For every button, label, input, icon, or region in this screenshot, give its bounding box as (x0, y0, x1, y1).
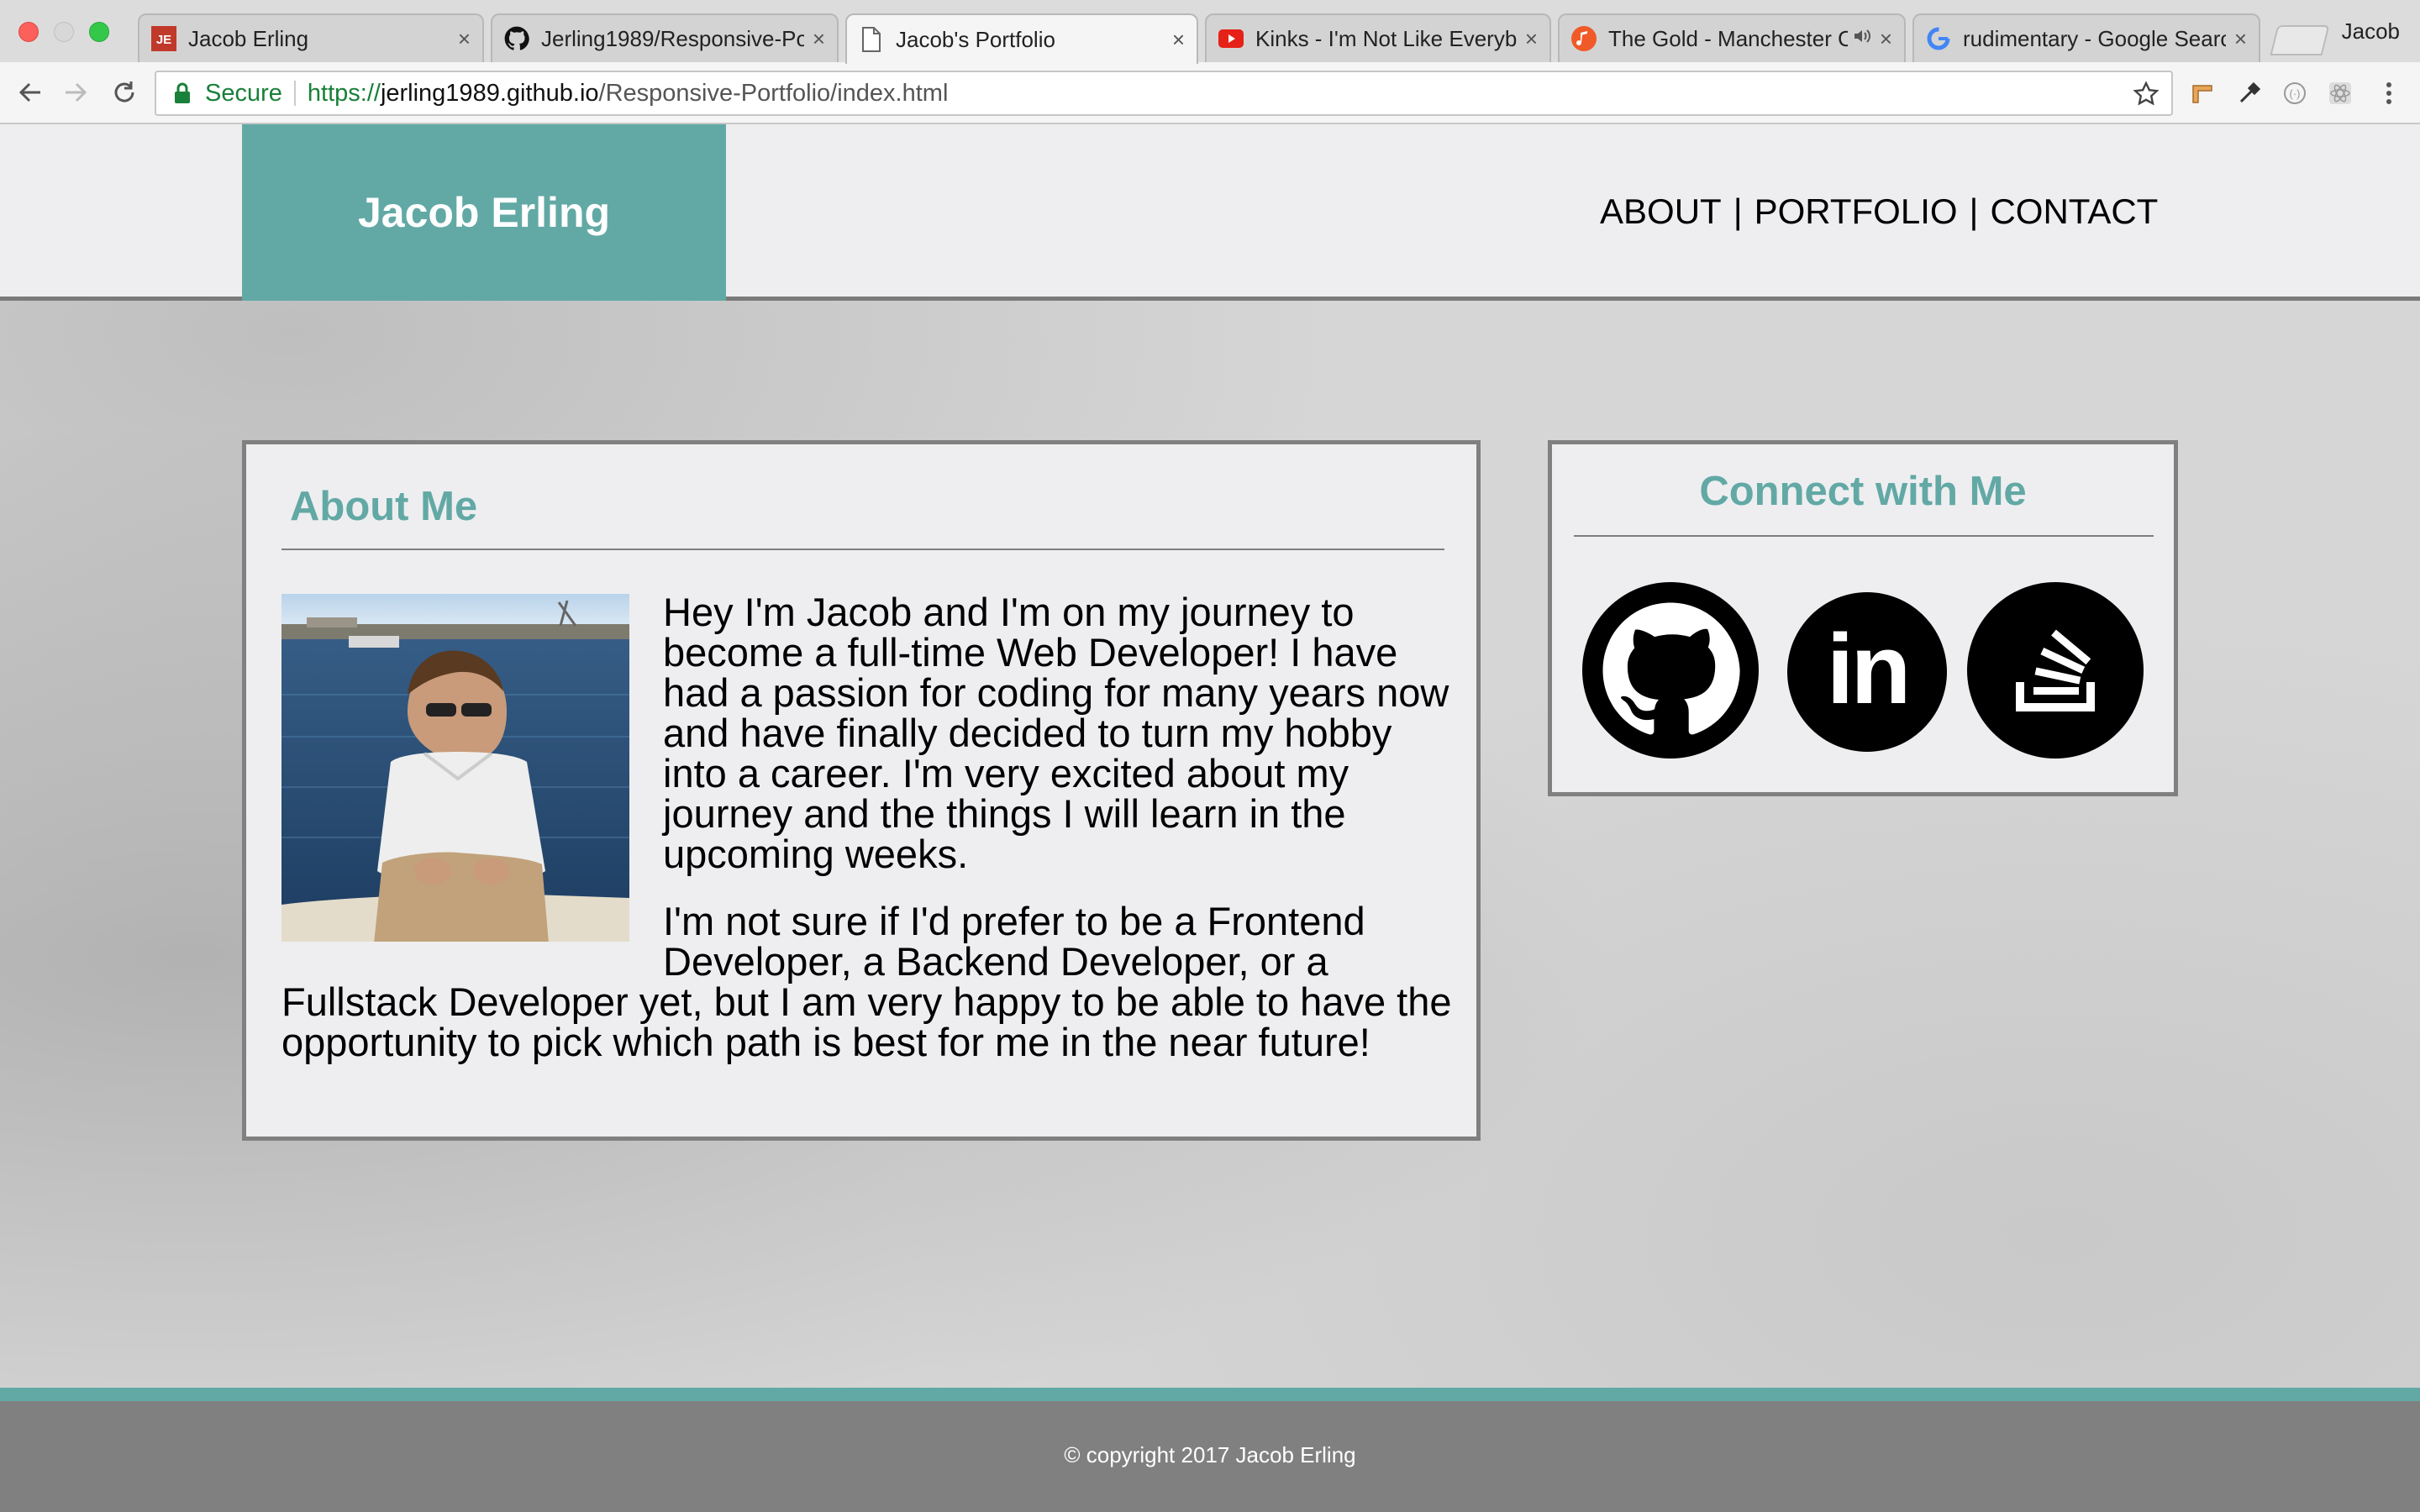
minimize-window-button[interactable] (54, 22, 74, 42)
github-link[interactable] (1582, 582, 1759, 759)
audio-playing-icon[interactable] (1853, 28, 1871, 50)
address-separator (293, 81, 296, 106)
browser-tab-google[interactable]: rudimentary - Google Searc × (1912, 13, 2260, 62)
web-page: Jacob Erling ABOUT | PORTFOLIO | CONTACT… (0, 124, 2420, 1512)
main-nav: ABOUT | PORTFOLIO | CONTACT (1600, 192, 2158, 232)
lock-icon[interactable] (171, 81, 193, 106)
about-divider (281, 549, 1444, 550)
back-button[interactable] (13, 76, 47, 109)
nav-contact-link[interactable]: CONTACT (1990, 192, 2158, 232)
extension-react-icon[interactable] (2326, 79, 2354, 108)
extension-code-icon[interactable]: (·) (2281, 79, 2309, 108)
svg-text:JE: JE (156, 33, 171, 47)
site-footer: © copyright 2017 Jacob Erling (0, 1388, 2420, 1512)
brand-name[interactable]: Jacob Erling (358, 188, 610, 237)
close-tab-icon[interactable]: × (1172, 27, 1185, 53)
site-brand[interactable]: Jacob Erling (242, 124, 726, 301)
svg-text:(·): (·) (2290, 87, 2301, 100)
arrow-left-icon (18, 82, 40, 102)
github-icon (504, 26, 529, 51)
connect-heading: Connect with Me (1699, 469, 2027, 514)
tab-title: Kinks - I'm Not Like Everybo (1255, 25, 1517, 51)
forward-button[interactable] (59, 76, 92, 109)
browser-toolbar: Secure https://jerling1989.github.io/Res… (0, 62, 2420, 124)
arrow-right-icon (66, 82, 87, 102)
profile-name[interactable]: Jacob (2342, 18, 2400, 45)
browser-menu-icon[interactable] (2375, 79, 2403, 108)
browser-tab-github[interactable]: Jerling1989/Responsive-Po × (491, 13, 839, 62)
close-tab-icon[interactable]: × (813, 26, 825, 52)
profile-photo (281, 594, 629, 942)
url-path: /Responsive-Portfolio/index.html (598, 79, 949, 107)
site-header: Jacob Erling ABOUT | PORTFOLIO | CONTACT (0, 124, 2420, 301)
tab-title: Jerling1989/Responsive-Po (541, 25, 804, 51)
reload-icon (114, 81, 134, 102)
tab-title: rudimentary - Google Searc (1963, 25, 2226, 51)
stackoverflow-link[interactable] (1967, 582, 2144, 759)
linkedin-link[interactable]: in (1787, 592, 1947, 752)
close-tab-icon[interactable]: × (1525, 26, 1538, 52)
new-tab-button[interactable] (2270, 25, 2330, 55)
secure-label[interactable]: Secure (205, 80, 282, 108)
browser-tab-music[interactable]: The Gold - Manchester O × (1558, 13, 1906, 62)
close-tab-icon[interactable]: × (1880, 26, 1892, 52)
url-host: jerling1989.github.io (380, 79, 599, 107)
about-heading: About Me (290, 484, 478, 529)
nav-portfolio-link[interactable]: PORTFOLIO (1754, 192, 1958, 232)
document-icon (859, 27, 884, 52)
google-icon (1926, 26, 1951, 51)
browser-tab-jacob-erling[interactable]: JE Jacob Erling × (138, 13, 484, 62)
nav-separator: | (1733, 192, 1743, 231)
zoom-window-button[interactable] (89, 22, 109, 42)
bookmark-star-icon[interactable] (2133, 81, 2160, 108)
close-tab-icon[interactable]: × (2234, 26, 2247, 52)
nav-about-link[interactable]: ABOUT (1600, 192, 1722, 232)
stackoverflow-icon (2016, 629, 2095, 711)
browser-tab-youtube[interactable]: Kinks - I'm Not Like Everybo × (1205, 13, 1551, 62)
extension-eyedropper-icon[interactable] (2235, 79, 2264, 108)
url-scheme: https:// (307, 79, 381, 107)
linkedin-icon: in (1826, 614, 1912, 725)
close-tab-icon[interactable]: × (458, 26, 471, 52)
browser-tab-strip: JE Jacob Erling × Jerling1989/Responsive… (0, 0, 2420, 64)
address-bar[interactable]: Secure https://jerling1989.github.io/Res… (155, 71, 2173, 116)
url-text[interactable]: https://jerling1989.github.io/Responsive… (308, 80, 949, 108)
browser-tab-portfolio[interactable]: Jacob's Portfolio × (845, 13, 1198, 64)
tab-title: Jacob Erling (188, 25, 309, 51)
tab-title: The Gold - Manchester O (1608, 25, 1848, 51)
youtube-icon (1218, 26, 1244, 51)
extension-ruler-icon[interactable] (2188, 79, 2217, 108)
tab-title: Jacob's Portfolio (896, 26, 1055, 52)
close-window-button[interactable] (18, 22, 39, 42)
github-icon (1602, 602, 1740, 735)
about-section: About Me Hey I'm Jacob and I'm on my jou… (242, 440, 1481, 1141)
music-icon (1571, 26, 1597, 51)
connect-section: Connect with Me in (1548, 440, 2178, 796)
je-logo-icon: JE (151, 26, 176, 51)
connect-divider (1574, 535, 2154, 537)
nav-separator: | (1969, 192, 1979, 231)
copyright-text: © copyright 2017 Jacob Erling (1064, 1441, 1356, 1467)
reload-button[interactable] (108, 76, 141, 109)
about-body: Hey I'm Jacob and I'm on my journey to b… (281, 592, 1453, 1089)
